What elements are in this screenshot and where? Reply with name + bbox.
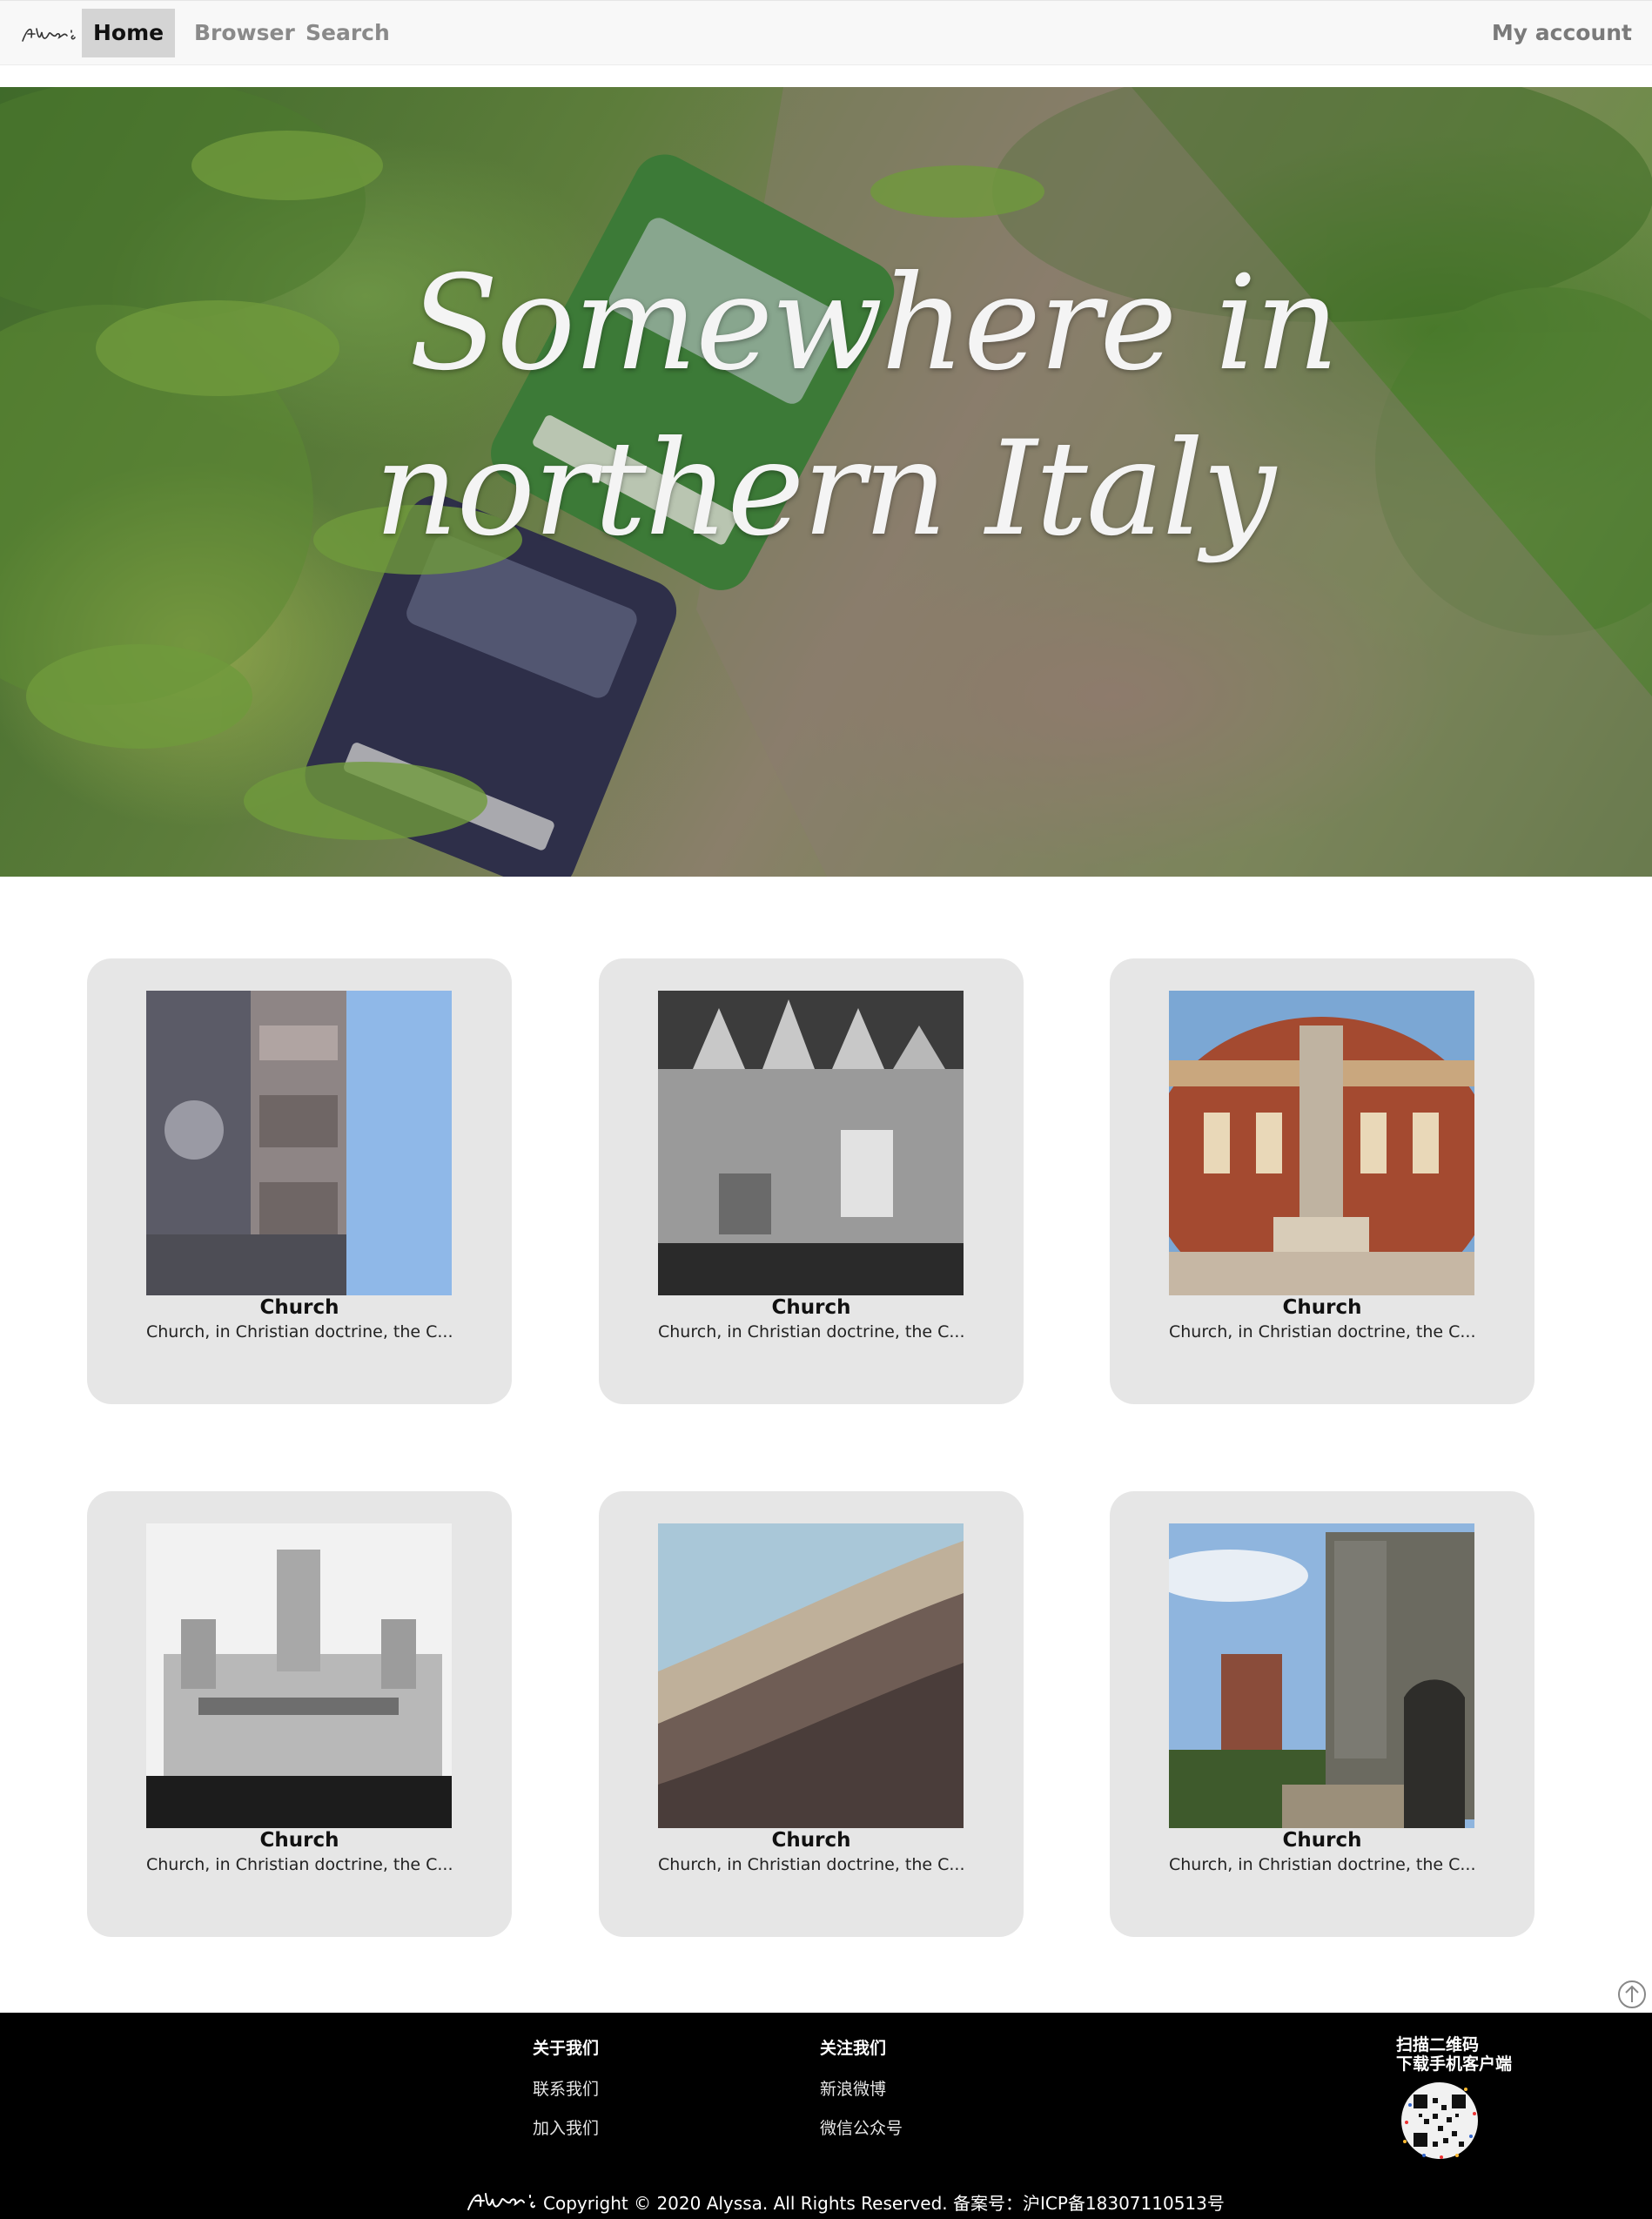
hero-line-1: Somewhere in (409, 248, 1340, 400)
qr-caption-line-2: 下载手机客户端 (1396, 2054, 1513, 2074)
footer-link-join[interactable]: 加入我们 (533, 2115, 599, 2139)
card-description: Church, in Christian doctrine, the C... (1169, 1855, 1474, 1874)
qr-caption-line-1: 扫描二维码 (1396, 2035, 1480, 2054)
card-image-6[interactable] (1169, 1523, 1474, 1828)
qr-code-icon (1398, 2079, 1481, 2162)
card-image-2[interactable] (658, 991, 964, 1295)
hero-banner: Somewhere in northern Italy (0, 87, 1652, 877)
footer-about-heading: 关于我们 (533, 2039, 600, 2058)
card-image-4[interactable] (146, 1523, 452, 1828)
arrow-up-circle-icon[interactable] (1617, 1980, 1647, 2009)
card-4[interactable]: Church Church, in Christian doctrine, th… (87, 1491, 512, 1937)
card-1[interactable]: Church Church, in Christian doctrine, th… (87, 958, 512, 1404)
nav-my-account[interactable]: My account (1481, 9, 1643, 57)
card-3[interactable]: Church Church, in Christian doctrine, th… (1110, 958, 1534, 1404)
card-2[interactable]: Church Church, in Christian doctrine, th… (599, 958, 1024, 1404)
card-description: Church, in Christian doctrine, the C... (1169, 1322, 1474, 1341)
footer-link-weibo[interactable]: 新浪微博 (820, 2076, 886, 2100)
footer: 关于我们 联系我们 加入我们 关注我们 新浪微博 微信公众号 扫描二维码 下载手… (0, 2013, 1652, 2219)
card-title: Church (1282, 1296, 1362, 1319)
footer-link-contact[interactable]: 联系我们 (533, 2076, 599, 2100)
nav-search[interactable]: Search (294, 9, 401, 57)
nav-home[interactable]: Home (82, 9, 176, 57)
card-5[interactable]: Church Church, in Christian doctrine, th… (599, 1491, 1024, 1937)
footer-link-wechat[interactable]: 微信公众号 (820, 2115, 903, 2139)
top-navbar: Home Browser Search My account (0, 0, 1652, 65)
card-image-3[interactable] (1169, 991, 1474, 1295)
card-description: Church, in Christian doctrine, the C... (146, 1855, 452, 1874)
card-title: Church (259, 1829, 339, 1852)
card-image-5[interactable] (658, 1523, 964, 1828)
card-description: Church, in Christian doctrine, the C... (146, 1322, 452, 1341)
card-image-1[interactable] (146, 991, 452, 1295)
card-description: Church, in Christian doctrine, the C... (658, 1855, 964, 1874)
footer-copyright: Copyright © 2020 Alyssa. All Rights Rese… (543, 2193, 1225, 2214)
card-title: Church (1282, 1829, 1362, 1852)
hero-line-2: northern Italy (374, 414, 1276, 565)
hero-heading: Somewhere in northern Italy (0, 87, 1652, 877)
card-6[interactable]: Church Church, in Christian doctrine, th… (1110, 1491, 1534, 1937)
footer-follow-heading: 关注我们 (820, 2039, 887, 2058)
card-title: Church (771, 1296, 851, 1319)
card-title: Church (771, 1829, 851, 1852)
footer-logo (467, 2193, 535, 2210)
site-logo[interactable] (19, 22, 77, 46)
nav-browser[interactable]: Browser (183, 9, 306, 57)
card-description: Church, in Christian doctrine, the C... (658, 1322, 964, 1341)
qr-caption: 扫描二维码 下载手机客户端 (1396, 2035, 1512, 2074)
card-title: Church (259, 1296, 339, 1319)
